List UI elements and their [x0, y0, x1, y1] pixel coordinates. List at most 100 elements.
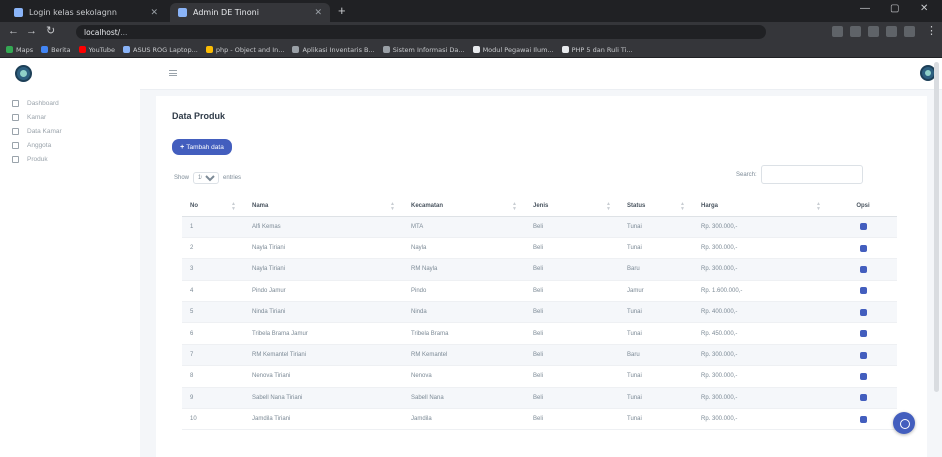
table-cell: Baru [619, 258, 693, 281]
table-row: 7 RM Kemantel Tiriani RM Kemantel Beli Baru R… [182, 344, 897, 367]
bookmark-favicon-icon [561, 46, 569, 53]
edit-icon[interactable] [859, 372, 867, 380]
sidebar-item-anggota[interactable]: Anggota [12, 138, 62, 152]
column-label: Status [627, 202, 646, 209]
add-data-button[interactable]: + Tambah data [172, 139, 232, 155]
column-header[interactable]: No ▲ ▼ [182, 196, 244, 217]
tab-favicon-icon [178, 8, 187, 17]
bookmark-item[interactable]: Sistem Informasi Da... [382, 45, 465, 54]
sidebar-item-label: Data Kamar [27, 127, 62, 135]
sidebar-item-produk[interactable]: Produk [12, 152, 62, 166]
column-header[interactable]: Harga ▲ ▼ [693, 196, 829, 217]
sidebar-item-dashboard[interactable]: Dashboard [12, 96, 62, 110]
table-row: 6 Tribela Brama Jamur Tribela Brama Beli Tun… [182, 322, 897, 345]
bookmark-item[interactable]: php - Object and In... [205, 45, 285, 54]
forward-icon[interactable]: → [26, 25, 37, 38]
url-host: localhost/ [84, 27, 121, 37]
add-data-label: Tambah data [186, 143, 224, 151]
table-row: 5 Ninda Tiriani Ninda Beli Tunai Rp. 400.000,… [182, 301, 897, 324]
browser-tab[interactable]: Login kelas sekolagnn ✕ [6, 3, 166, 22]
sidebar-item-data-kamar[interactable]: Data Kamar [12, 124, 62, 138]
tab-close-icon[interactable]: ✕ [150, 8, 158, 18]
edit-icon[interactable] [859, 394, 867, 402]
extension-icon[interactable] [850, 26, 861, 37]
table-cell: Jamdila [403, 408, 525, 431]
bookmark-favicon-icon [6, 46, 13, 53]
bookmark-star-icon[interactable] [886, 26, 897, 37]
back-icon[interactable]: ← [8, 25, 19, 38]
row-actions [829, 322, 897, 345]
bookmark-favicon-icon [292, 46, 300, 53]
column-header[interactable]: Kecamatan ▲ ▼ [403, 196, 525, 217]
minimize-icon[interactable]: — [860, 3, 870, 14]
url-path: ... [120, 27, 128, 37]
bookmark-item[interactable]: Aplikasi Inventaris B... [292, 46, 375, 54]
menu-kebab-icon[interactable]: ⋮ [926, 25, 937, 38]
bookmark-favicon-icon [41, 46, 49, 53]
bookmark-item[interactable]: Maps [6, 46, 33, 54]
hamburger-menu-icon[interactable] [169, 70, 177, 76]
table-cell: 5 [182, 301, 244, 324]
table-cell: Rp. 300.000,- [693, 237, 829, 260]
edit-icon[interactable] [859, 330, 867, 338]
profile-icon[interactable] [904, 26, 915, 37]
close-window-icon[interactable]: ✕ [920, 3, 928, 14]
column-label: Harga [701, 202, 719, 209]
table-cell: Nenova [403, 365, 525, 388]
bookmark-label: php - Object and In... [215, 45, 285, 54]
bookmark-item[interactable]: ASUS ROG Laptop... [123, 46, 198, 54]
row-actions [829, 237, 897, 260]
table-cell: 3 [182, 258, 244, 281]
page-title: Data Produk [172, 111, 226, 121]
edit-icon[interactable] [859, 244, 867, 252]
bookmark-label: Sistem Informasi Da... [392, 45, 465, 54]
extension-icon[interactable] [832, 26, 843, 37]
edit-icon[interactable] [859, 415, 867, 423]
table-cell: Tribela Brama [403, 322, 525, 345]
column-header[interactable]: Nama ▲ ▼ [244, 196, 403, 217]
entries-select[interactable]: 10 [193, 172, 220, 184]
extension-icon[interactable] [868, 26, 879, 37]
new-tab-icon[interactable]: + [338, 4, 346, 18]
table-cell: Rp. 300.000,- [693, 408, 829, 431]
sidebar-menu: Dashboard Kamar Data Kamar Anggota Produ… [12, 96, 62, 166]
row-actions [829, 280, 897, 303]
bookmark-item[interactable]: Berita [41, 46, 71, 54]
tab-close-icon[interactable]: ✕ [314, 8, 322, 18]
page-scrollbar[interactable] [934, 62, 939, 392]
search-input[interactable] [760, 165, 863, 184]
column-header[interactable]: Opsi [829, 196, 897, 217]
sidebar-item-kamar[interactable]: Kamar [12, 110, 62, 124]
table-cell: Nayla Tiriani [244, 258, 403, 281]
edit-icon[interactable] [859, 308, 867, 316]
chat-fab-button[interactable] [893, 412, 915, 434]
bookmark-item[interactable]: PHP 5 dan Ruli Ti... [561, 46, 633, 54]
table-cell: RM Kemantel Tiriani [244, 344, 403, 367]
table-cell: Rp. 300.000,- [693, 216, 829, 238]
tab-favicon-icon [14, 8, 23, 17]
bookmark-favicon-icon [123, 46, 131, 53]
shield-logo-icon[interactable] [15, 65, 32, 82]
table-cell: Beli [525, 301, 619, 324]
column-header[interactable]: Status ▲ ▼ [619, 196, 693, 217]
table-cell: Rp. 300.000,- [693, 344, 829, 367]
edit-icon[interactable] [859, 223, 867, 231]
edit-icon[interactable] [859, 351, 867, 359]
browser-tab-active[interactable]: Admin DE Tinoni ✕ [170, 3, 330, 22]
table-cell: Pindo [403, 280, 525, 303]
table-cell: Rp. 300.000,- [693, 365, 829, 388]
plus-icon: + [180, 143, 185, 151]
reload-icon[interactable]: ↻ [46, 25, 55, 38]
edit-icon[interactable] [859, 287, 867, 295]
maximize-icon[interactable]: ▢ [890, 3, 899, 14]
bookmark-label: Modul Pegawai Ilum... [482, 45, 554, 54]
edit-icon[interactable] [859, 265, 867, 273]
sort-icon: ▲ ▼ [512, 201, 517, 212]
bookmark-item[interactable]: Modul Pegawai Ilum... [472, 45, 554, 54]
table-search: Search: [736, 165, 863, 184]
table-cell: 9 [182, 387, 244, 410]
bookmark-item[interactable]: YouTube [78, 46, 115, 54]
table-row: 3 Nayla Tiriani RM Nayla Beli Baru Rp. 300.00… [182, 258, 897, 281]
column-header[interactable]: Jenis ▲ ▼ [525, 196, 619, 217]
url-input[interactable]: localhost/ ... [76, 25, 766, 39]
